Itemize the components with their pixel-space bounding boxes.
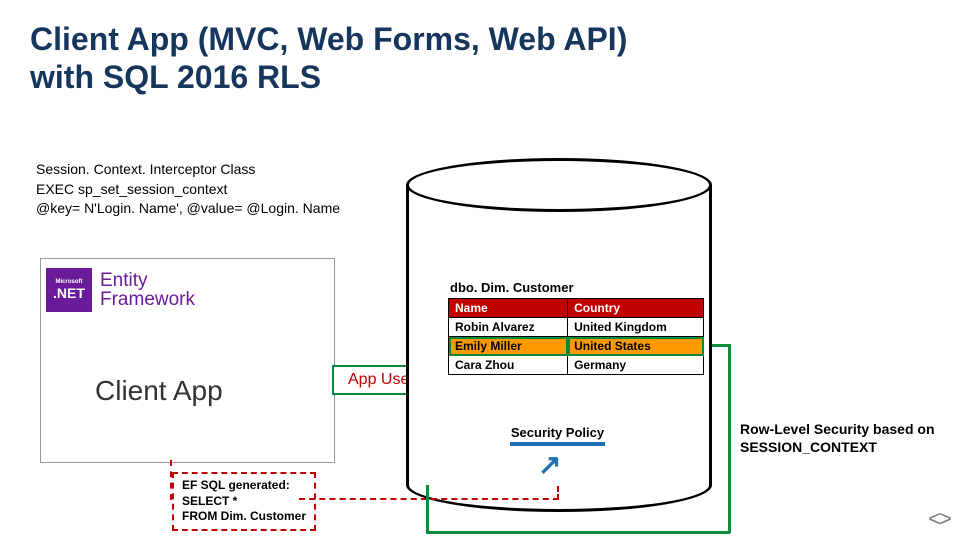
green-line xyxy=(728,344,731,533)
rls-line1: Row-Level Security based on xyxy=(740,420,935,438)
nav-prev-icon[interactable]: < xyxy=(928,506,937,532)
security-policy-box: Security Policy xyxy=(510,425,605,446)
col-country: Country xyxy=(568,299,704,318)
rls-description: Row-Level Security based on SESSION_CONT… xyxy=(740,420,935,456)
table-row: Robin Alvarez United Kingdom xyxy=(449,318,704,337)
sql-line1: EF SQL generated: xyxy=(182,478,306,494)
dashed-line xyxy=(170,460,172,500)
entity-framework-logo: Microsoft .NET Entity Framework xyxy=(46,268,228,312)
rls-line2: SESSION_CONTEXT xyxy=(740,438,935,456)
sql-line2: SELECT * xyxy=(182,494,306,510)
arrow-up-right-icon: ↗ xyxy=(538,448,561,481)
title-line1: Client App (MVC, Web Forms, Web API) xyxy=(30,20,627,58)
table-caption: dbo. Dim. Customer xyxy=(450,280,574,295)
sql-line3: FROM Dim. Customer xyxy=(182,509,306,525)
green-line xyxy=(426,531,730,534)
database-cylinder-top xyxy=(406,158,712,212)
customer-table: Name Country Robin Alvarez United Kingdo… xyxy=(448,298,704,375)
security-policy-label: Security Policy xyxy=(510,425,605,440)
subtitle-line2: EXEC sp_set_session_context xyxy=(36,180,340,200)
ef-text2: Framework xyxy=(100,290,195,309)
ef-sql-box: EF SQL generated: SELECT * FROM Dim. Cus… xyxy=(172,472,316,531)
nav-next-icon[interactable]: > xyxy=(939,506,948,532)
dashed-line xyxy=(299,498,559,500)
subtitle-line1: Session. Context. Interceptor Class xyxy=(36,160,340,180)
client-app-label: Client App xyxy=(95,375,223,407)
table-row-highlighted: Emily Miller United States xyxy=(449,337,704,356)
subtitle-line3: @key= N'Login. Name', @value= @Login. Na… xyxy=(36,199,340,219)
table-header-row: Name Country xyxy=(449,299,704,318)
slide-title: Client App (MVC, Web Forms, Web API) wit… xyxy=(30,20,627,97)
table-row: Cara Zhou Germany xyxy=(449,356,704,375)
interceptor-text: Session. Context. Interceptor Class EXEC… xyxy=(36,160,340,219)
ef-text1: Entity xyxy=(100,271,195,290)
dotnet-badge-icon: Microsoft .NET xyxy=(46,268,92,312)
security-policy-bar-icon xyxy=(510,442,605,446)
title-line2: with SQL 2016 RLS xyxy=(30,58,627,96)
col-name: Name xyxy=(449,299,568,318)
slide-nav: < > xyxy=(928,506,948,532)
